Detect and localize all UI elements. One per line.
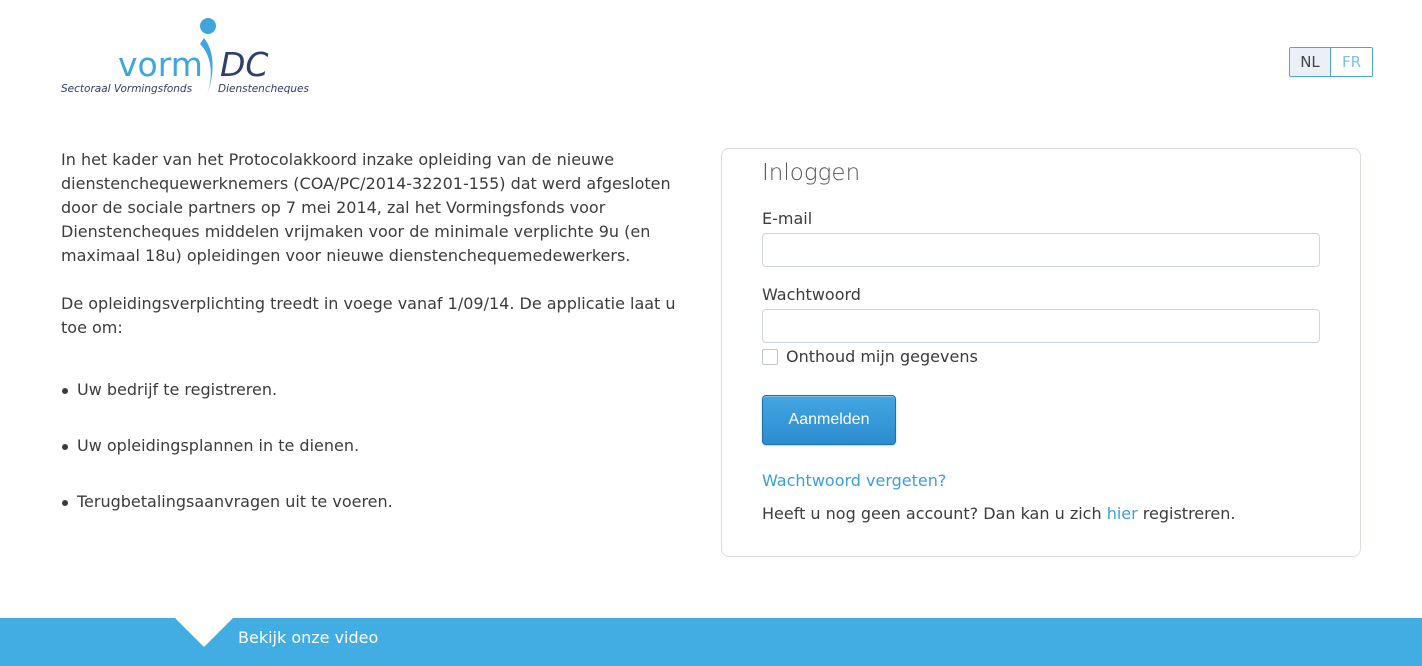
logo-word-dc: DC: [220, 45, 268, 84]
watch-video-link[interactable]: Bekijk onze video: [238, 628, 378, 647]
feature-list: Uw bedrijf te registreren. Uw opleidings…: [61, 378, 701, 514]
password-field[interactable]: [762, 309, 1320, 343]
language-nl-button[interactable]: NL: [1290, 48, 1331, 76]
feature-list-item: Terugbetalingsaanvragen uit te voeren.: [62, 490, 701, 514]
feature-list-item: Uw bedrijf te registreren.: [62, 378, 701, 402]
intro-paragraph-1: In het kader van het Protocolakkoord inz…: [61, 150, 671, 265]
password-label: Wachtwoord: [762, 285, 861, 304]
register-link[interactable]: hier: [1107, 504, 1138, 523]
feature-list-item: Uw opleidingsplannen in te dienen.: [62, 434, 701, 458]
footer-notch-arrow: [175, 618, 233, 647]
forgot-password-link[interactable]: Wachtwoord vergeten?: [762, 471, 946, 490]
register-text: Heeft u nog geen account? Dan kan u zich…: [762, 504, 1235, 523]
language-fr-button[interactable]: FR: [1331, 48, 1372, 76]
register-prefix: Heeft u nog geen account? Dan kan u zich: [762, 504, 1102, 523]
remember-checkbox[interactable]: [762, 348, 778, 365]
remember-label: Onthoud mijn gegevens: [786, 347, 978, 366]
logo-tagline-left: Sectoraal Vormingsfonds: [61, 83, 193, 95]
logo[interactable]: vorm DC Sectoraal Vormingsfonds Diensten…: [58, 16, 318, 106]
login-button[interactable]: Aanmelden: [762, 395, 896, 445]
intro-section: In het kader van het Protocolakkoord inz…: [61, 148, 701, 546]
email-field[interactable]: [762, 233, 1320, 267]
login-title: Inloggen: [762, 160, 861, 186]
vormdc-logo-graphic: vorm DC Sectoraal Vormingsfonds Diensten…: [61, 18, 309, 98]
remember-row[interactable]: Onthoud mijn gegevens: [762, 347, 978, 366]
login-panel: Inloggen E-mail Wachtwoord Onthoud mijn …: [721, 148, 1361, 557]
intro-paragraph-2: De opleidingsverplichting treedt in voeg…: [61, 294, 676, 337]
logo-word-vorm: vorm: [118, 45, 203, 84]
register-suffix: registreren.: [1142, 504, 1236, 523]
logo-tagline-right: Dienstencheques: [218, 83, 309, 95]
footer-bar: Bekijk onze video: [0, 618, 1422, 666]
language-switcher: NL FR: [1289, 47, 1373, 77]
logo-figure-head: [200, 18, 216, 34]
email-label: E-mail: [762, 209, 813, 228]
